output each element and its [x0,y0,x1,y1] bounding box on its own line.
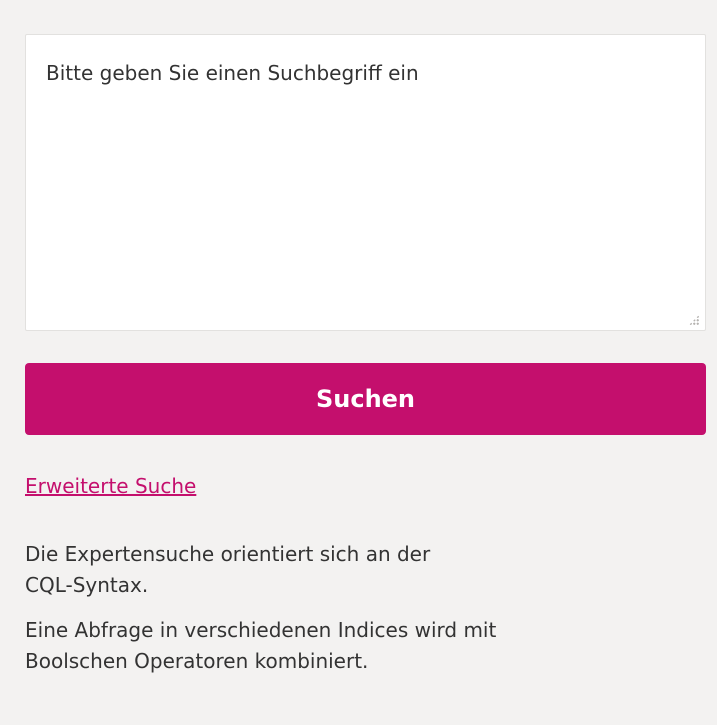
search-button[interactable]: Suchen [25,363,706,435]
search-box [25,34,706,331]
cql-info-line-1: Die Expertensuche orientiert sich an der [25,542,431,566]
boolean-info-line-1: Eine Abfrage in verschiedenen Indices wi… [25,618,497,642]
search-textarea[interactable] [26,35,705,330]
cql-info-paragraph: Die Expertensuche orientiert sich an der… [25,539,706,601]
advanced-search-link[interactable]: Erweiterte Suche [25,474,196,498]
cql-info-line-2: CQL-Syntax. [25,573,149,597]
boolean-info-paragraph: Eine Abfrage in verschiedenen Indices wi… [25,615,706,677]
search-panel: Suchen Erweiterte Suche Die Expertensuch… [25,34,706,673]
boolean-info-line-2: Boolschen Operatoren kombiniert. [25,649,369,673]
